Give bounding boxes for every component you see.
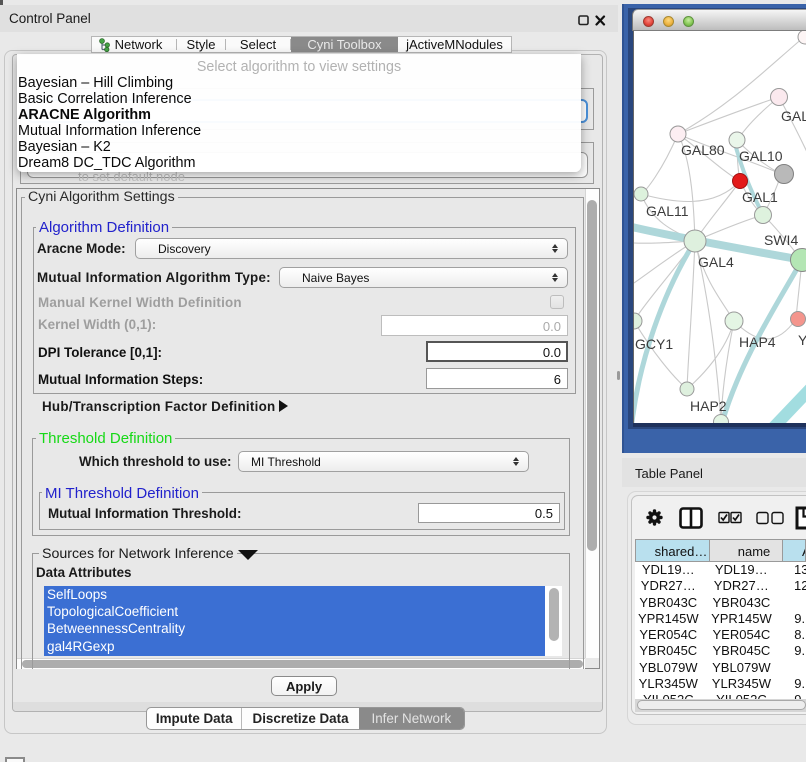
- svg-text:GAL4: GAL4: [698, 254, 734, 270]
- svg-text:SWI4: SWI4: [764, 232, 798, 248]
- svg-text:GAL11: GAL11: [646, 203, 689, 219]
- svg-text:GCY1: GCY1: [635, 336, 673, 352]
- svg-text:HAP4: HAP4: [739, 334, 776, 350]
- svg-text:HAP2: HAP2: [690, 398, 727, 414]
- svg-text:GAL10: GAL10: [739, 148, 783, 164]
- svg-text:GAL: GAL: [781, 108, 806, 124]
- svg-text:Y: Y: [798, 332, 806, 348]
- svg-text:GAL1: GAL1: [742, 189, 778, 205]
- svg-text:GAL80: GAL80: [681, 142, 725, 158]
